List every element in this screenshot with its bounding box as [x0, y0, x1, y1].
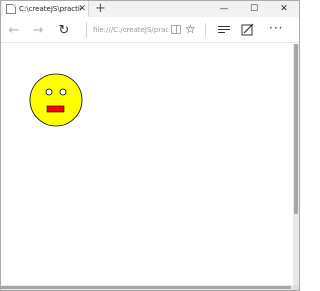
- window-controls: — ☐ ✕: [209, 1, 299, 17]
- refresh-button[interactable]: ↻: [55, 22, 73, 38]
- page-content: [1, 44, 293, 285]
- horizontal-scroll-thumb[interactable]: [1, 286, 291, 289]
- tab-title: C:\createJS\practic: [19, 5, 81, 13]
- browser-tab[interactable]: C:\createJS\practic ✕: [3, 1, 89, 17]
- mouth: [46, 105, 65, 113]
- new-tab-button[interactable]: +: [95, 2, 106, 15]
- page-icon: [6, 4, 16, 14]
- address-bar[interactable]: file:///C:/createJS/prac: [86, 22, 168, 38]
- maximize-button[interactable]: ☐: [239, 1, 269, 17]
- face-circle: [29, 73, 83, 127]
- horizontal-scrollbar[interactable]: [1, 285, 293, 290]
- minimize-button[interactable]: —: [209, 1, 239, 17]
- back-button[interactable]: ←: [5, 22, 23, 38]
- close-button[interactable]: ✕: [269, 1, 299, 17]
- smiley-face: [29, 73, 83, 127]
- forward-button[interactable]: →: [29, 22, 47, 38]
- tab-close-icon[interactable]: ✕: [78, 4, 86, 14]
- toolbar-divider: [205, 23, 206, 37]
- vertical-scroll-thumb[interactable]: [294, 44, 298, 214]
- vertical-scrollbar[interactable]: [293, 44, 299, 285]
- navigation-bar: ← → ↻ file:///C:/createJS/prac ☆ ···: [1, 17, 299, 43]
- left-eye: [45, 88, 53, 96]
- title-bar: C:\createJS\practic ✕ + — ☐ ✕: [1, 1, 299, 17]
- hub-icon[interactable]: [218, 26, 230, 35]
- right-eye: [59, 88, 67, 96]
- web-note-icon[interactable]: [241, 23, 254, 36]
- more-options-icon[interactable]: ···: [269, 21, 283, 35]
- scrollbar-corner: [293, 285, 299, 290]
- browser-window: C:\createJS\practic ✕ + — ☐ ✕ ← → ↻ file…: [0, 0, 300, 291]
- favorite-star-icon[interactable]: ☆: [185, 22, 196, 36]
- reading-view-icon[interactable]: [171, 25, 181, 34]
